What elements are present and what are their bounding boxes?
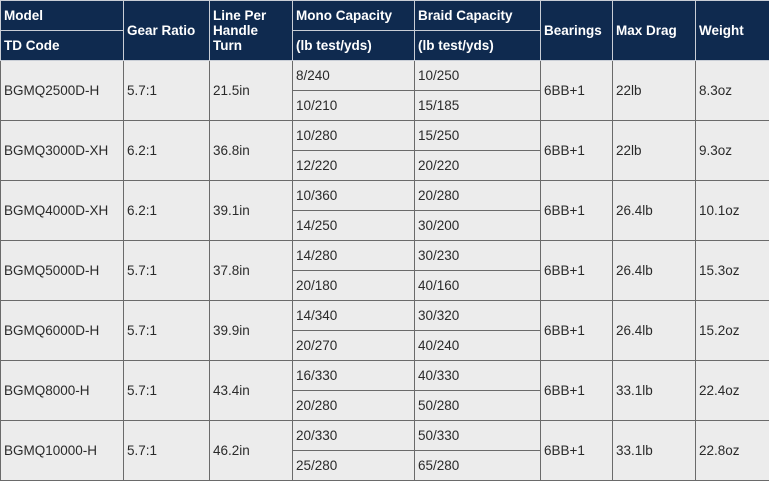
header-mono-capacity: Mono Capacity — [292, 0, 415, 31]
mono-capacity-cell: 20/180 — [292, 270, 415, 301]
max-drag-cell: 22lb — [612, 60, 696, 121]
weight-cell: 15.3oz — [695, 240, 769, 301]
line-per-turn-cell: 39.1in — [209, 180, 293, 241]
td-code-cell: BGMQ5000D-H — [0, 240, 124, 301]
table-row: BGMQ8000-H 5.7:1 43.4in 16/330 40/330 6B… — [0, 360, 769, 421]
braid-capacity-cell: 40/330 — [414, 360, 541, 391]
mono-capacity-cell: 20/280 — [292, 390, 415, 421]
max-drag-cell: 26.4lb — [612, 240, 696, 301]
line-per-turn-cell: 39.9in — [209, 300, 293, 361]
bearings-cell: 6BB+1 — [540, 180, 613, 241]
max-drag-cell: 26.4lb — [612, 180, 696, 241]
braid-capacity-cell: 30/200 — [414, 210, 541, 241]
mono-capacity-cell: 8/240 — [292, 60, 415, 91]
bearings-cell: 6BB+1 — [540, 360, 613, 421]
header-braid-units: (lb test/yds) — [414, 30, 541, 61]
max-drag-cell: 22lb — [612, 120, 696, 181]
table-body: BGMQ2500D-H 5.7:1 21.5in 8/240 10/250 6B… — [0, 60, 769, 481]
line-per-turn-cell: 43.4in — [209, 360, 293, 421]
table-row: BGMQ4000D-XH 6.2:1 39.1in 10/360 20/280 … — [0, 180, 769, 241]
header-max-drag: Max Drag — [612, 0, 696, 61]
bearings-cell: 6BB+1 — [540, 240, 613, 301]
td-code-cell: BGMQ2500D-H — [0, 60, 124, 121]
bearings-cell: 6BB+1 — [540, 420, 613, 481]
mono-capacity-cell: 20/330 — [292, 420, 415, 451]
mono-capacity-cell: 10/210 — [292, 90, 415, 121]
weight-cell: 15.2oz — [695, 300, 769, 361]
max-drag-cell: 33.1lb — [612, 420, 696, 481]
header-gear-ratio: Gear Ratio — [123, 0, 210, 61]
header-mono-units: (lb test/yds) — [292, 30, 415, 61]
braid-capacity-cell: 20/220 — [414, 150, 541, 181]
table-header: Model Gear Ratio Line Per Handle Turn Mo… — [0, 0, 769, 61]
td-code-cell: BGMQ8000-H — [0, 360, 124, 421]
gear-ratio-cell: 5.7:1 — [123, 60, 210, 121]
braid-capacity-cell: 20/280 — [414, 180, 541, 211]
bearings-cell: 6BB+1 — [540, 60, 613, 121]
braid-capacity-cell: 15/250 — [414, 120, 541, 151]
mono-capacity-cell: 16/330 — [292, 360, 415, 391]
line-per-turn-cell: 37.8in — [209, 240, 293, 301]
bearings-cell: 6BB+1 — [540, 120, 613, 181]
gear-ratio-cell: 6.2:1 — [123, 180, 210, 241]
max-drag-cell: 26.4lb — [612, 300, 696, 361]
braid-capacity-cell: 15/185 — [414, 90, 541, 121]
braid-capacity-cell: 30/320 — [414, 300, 541, 331]
header-model: Model — [0, 0, 124, 31]
mono-capacity-cell: 14/250 — [292, 210, 415, 241]
header-line-per-handle-turn: Line Per Handle Turn — [209, 0, 293, 61]
braid-capacity-cell: 40/240 — [414, 330, 541, 361]
line-per-turn-cell: 21.5in — [209, 60, 293, 121]
table-row: BGMQ3000D-XH 6.2:1 36.8in 10/280 15/250 … — [0, 120, 769, 181]
header-braid-capacity: Braid Capacity — [414, 0, 541, 31]
braid-capacity-cell: 10/250 — [414, 60, 541, 91]
line-per-turn-cell: 36.8in — [209, 120, 293, 181]
mono-capacity-cell: 10/360 — [292, 180, 415, 211]
gear-ratio-cell: 5.7:1 — [123, 360, 210, 421]
td-code-cell: BGMQ6000D-H — [0, 300, 124, 361]
weight-cell: 22.4oz — [695, 360, 769, 421]
bearings-cell: 6BB+1 — [540, 300, 613, 361]
max-drag-cell: 33.1lb — [612, 360, 696, 421]
table-row: BGMQ10000-H 5.7:1 46.2in 20/330 50/330 6… — [0, 420, 769, 481]
table-row: BGMQ6000D-H 5.7:1 39.9in 14/340 30/320 6… — [0, 300, 769, 361]
mono-capacity-cell: 14/340 — [292, 300, 415, 331]
mono-capacity-cell: 10/280 — [292, 120, 415, 151]
header-td-code: TD Code — [0, 30, 124, 61]
braid-capacity-cell: 50/280 — [414, 390, 541, 421]
mono-capacity-cell: 25/280 — [292, 450, 415, 481]
header-row-1: Model Gear Ratio Line Per Handle Turn Mo… — [0, 0, 769, 61]
header-weight: Weight — [695, 0, 769, 61]
braid-capacity-cell: 40/160 — [414, 270, 541, 301]
gear-ratio-cell: 6.2:1 — [123, 120, 210, 181]
braid-capacity-cell: 65/280 — [414, 450, 541, 481]
td-code-cell: BGMQ3000D-XH — [0, 120, 124, 181]
weight-cell: 22.8oz — [695, 420, 769, 481]
td-code-cell: BGMQ4000D-XH — [0, 180, 124, 241]
gear-ratio-cell: 5.7:1 — [123, 300, 210, 361]
braid-capacity-cell: 30/230 — [414, 240, 541, 271]
mono-capacity-cell: 14/280 — [292, 240, 415, 271]
weight-cell: 9.3oz — [695, 120, 769, 181]
gear-ratio-cell: 5.7:1 — [123, 240, 210, 301]
gear-ratio-cell: 5.7:1 — [123, 420, 210, 481]
braid-capacity-cell: 50/330 — [414, 420, 541, 451]
weight-cell: 10.1oz — [695, 180, 769, 241]
mono-capacity-cell: 12/220 — [292, 150, 415, 181]
mono-capacity-cell: 20/270 — [292, 330, 415, 361]
table-row: BGMQ5000D-H 5.7:1 37.8in 14/280 30/230 6… — [0, 240, 769, 301]
header-bearings: Bearings — [540, 0, 613, 61]
spec-table: Model Gear Ratio Line Per Handle Turn Mo… — [0, 0, 769, 481]
table-row: BGMQ2500D-H 5.7:1 21.5in 8/240 10/250 6B… — [0, 60, 769, 121]
td-code-cell: BGMQ10000-H — [0, 420, 124, 481]
weight-cell: 8.3oz — [695, 60, 769, 121]
line-per-turn-cell: 46.2in — [209, 420, 293, 481]
